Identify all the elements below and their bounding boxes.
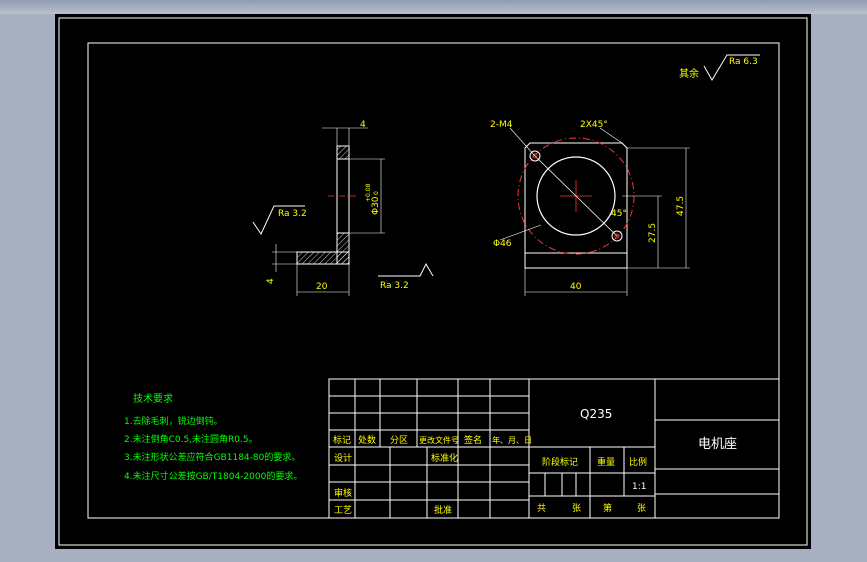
header-date: 年、月、日 (492, 435, 532, 445)
process-label: 工艺 (334, 505, 352, 516)
front-dim-total-height: 47.5 (676, 196, 686, 216)
scale-value: 1:1 (632, 482, 646, 492)
tech-req-item: 3.未注形状公差应符合GB1184-80的要求。 (124, 451, 300, 463)
sheets-label-1: 张 (572, 503, 581, 514)
tech-req-title: 技术要求 (133, 392, 173, 405)
side-roughness-bottom-symbol (378, 262, 434, 277)
front-holes-label: 2-M4 (490, 120, 513, 130)
front-diagonal (534, 155, 618, 237)
standardize-label: 标准化 (431, 452, 458, 464)
front-view: 2-M4 2X45° 45° Φ46 47.5 27.5 40 (490, 120, 690, 296)
sheets-label-2: 张 (637, 503, 646, 514)
approve-label: 批准 (434, 504, 452, 516)
review-label: 审核 (334, 487, 352, 499)
roughness-rest-label: 其余 (679, 67, 699, 80)
front-dim-center-height: 27.5 (648, 223, 658, 243)
header-sign: 签名 (464, 434, 482, 446)
roughness-rest-group: 其余 Ra 6.3 (679, 54, 760, 81)
sheet-no-label: 第 (603, 502, 612, 514)
header-change-doc: 更改文件号 (419, 435, 459, 445)
tech-requirements: 技术要求 1.去除毛刺，锐边倒钝。 2.未注倒角C0.5,未注圆角R0.5。 3… (124, 392, 302, 482)
part-name: 电机座 (698, 437, 737, 452)
header-count: 处数 (358, 434, 376, 446)
side-dim-thickness: 4 (360, 120, 366, 130)
material-label: Q235 (580, 407, 612, 421)
tech-req-item: 2.未注倒角C0.5,未注圆角R0.5。 (124, 433, 258, 445)
side-dim-bore: Φ30 (371, 196, 381, 215)
weight-label: 重量 (597, 456, 615, 468)
roughness-rest-value: Ra 6.3 (729, 57, 758, 67)
front-dim-width: 40 (570, 282, 582, 292)
side-view: 4 Φ30 +0.08 0 Ra 3.2 Ra 3.2 4 20 (252, 120, 434, 296)
sheets-total-label: 共 (537, 503, 546, 514)
outer-frame (58, 17, 808, 546)
header-mark: 标记 (333, 434, 351, 446)
tech-req-item: 1.去除毛刺，锐边倒钝。 (124, 415, 223, 427)
stage-mark-label: 阶段标记 (542, 456, 578, 468)
tech-req-item: 4.未注尺寸公差按GB/T1804-2000的要求。 (124, 470, 302, 482)
side-roughness-bottom: Ra 3.2 (380, 281, 409, 291)
side-base-plate (296, 251, 350, 265)
front-chamfer-label: 2X45° (580, 120, 608, 130)
side-dim-bore-tol-upper: +0.08 (365, 183, 372, 202)
front-pitch-circle-label: Φ46 (493, 239, 512, 249)
scale-label: 比例 (629, 456, 647, 468)
header-zone: 分区 (390, 435, 408, 446)
cad-drawing: 其余 Ra 6.3 4 Φ30 +0.08 0 Ra 3.2 Ra 3.2 4 … (58, 17, 808, 546)
design-label: 设计 (334, 452, 352, 464)
side-roughness-left: Ra 3.2 (278, 209, 307, 219)
side-dim-bore-tol-lower: 0 (373, 191, 380, 195)
front-angle-label: 45° (611, 209, 627, 219)
side-dim-base-length: 20 (316, 282, 328, 292)
side-dim-base-thickness: 4 (266, 278, 276, 284)
side-hatch-top (336, 145, 350, 160)
